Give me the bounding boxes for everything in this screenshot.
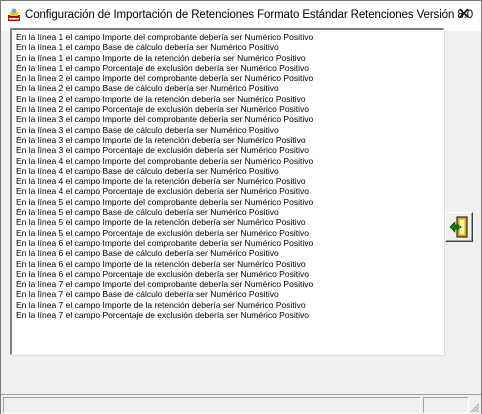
list-item[interactable]: En la línea 2 el campo Porcentaje de exc… (16, 104, 443, 114)
error-log-listbox[interactable]: En la línea 1 el campo Importe del compr… (10, 28, 444, 355)
list-item[interactable]: En la línea 4 el campo Importe de la ret… (16, 176, 443, 186)
list-item[interactable]: En la línea 4 el campo Porcentaje de exc… (16, 186, 443, 196)
window-title: Configuración de Importación de Retencio… (25, 9, 474, 21)
list-item[interactable]: En la línea 1 el campo Porcentaje de exc… (16, 63, 443, 73)
list-item[interactable]: En la línea 7 el campo Base de cálculo d… (16, 289, 443, 299)
exit-door-icon (449, 216, 468, 238)
list-item[interactable]: En la línea 1 el campo Base de cálculo d… (16, 42, 443, 52)
list-item[interactable]: En la línea 3 el campo Porcentaje de exc… (16, 145, 443, 155)
list-item[interactable]: En la línea 4 el campo Importe del compr… (16, 156, 443, 166)
list-item[interactable]: En la línea 1 el campo Importe de la ret… (16, 53, 443, 63)
list-item[interactable]: En la línea 5 el campo Importe de la ret… (16, 217, 443, 227)
app-icon (7, 8, 21, 22)
status-bar (1, 394, 481, 414)
list-item[interactable]: En la línea 6 el campo Importe de la ret… (16, 259, 443, 269)
dialog-window: Configuración de Importación de Retencio… (0, 0, 482, 414)
list-item[interactable]: En la línea 5 el campo Importe del compr… (16, 197, 443, 207)
list-item[interactable]: En la línea 1 el campo Importe del compr… (16, 32, 443, 42)
list-item[interactable]: En la línea 5 el campo Base de cálculo d… (16, 207, 443, 217)
list-item[interactable]: En la línea 2 el campo Importe del compr… (16, 73, 443, 83)
list-item[interactable]: En la línea 6 el campo Porcentaje de exc… (16, 269, 443, 279)
list-item[interactable]: En la línea 4 el campo Base de cálculo d… (16, 166, 443, 176)
exit-button[interactable] (445, 212, 473, 242)
list-item[interactable]: En la línea 6 el campo Base de cálculo d… (16, 248, 443, 258)
list-item[interactable]: En la línea 6 el campo Importe del compr… (16, 238, 443, 248)
status-panel-main (3, 397, 421, 413)
list-item[interactable]: En la línea 7 el campo Porcentaje de exc… (16, 310, 443, 320)
size-grip-icon[interactable] (468, 401, 480, 413)
list-item[interactable]: En la línea 3 el campo Base de cálculo d… (16, 125, 443, 135)
close-button[interactable]: ✕ (447, 1, 481, 31)
list-item[interactable]: En la línea 3 el campo Importe del compr… (16, 114, 443, 124)
close-icon: ✕ (457, 6, 471, 23)
list-item[interactable]: En la línea 7 el campo Importe de la ret… (16, 300, 443, 310)
list-item[interactable]: En la línea 2 el campo Base de cálculo d… (16, 83, 443, 93)
list-item[interactable]: En la línea 3 el campo Importe de la ret… (16, 135, 443, 145)
list-item[interactable]: En la línea 2 el campo Importe de la ret… (16, 94, 443, 104)
status-panel-secondary (423, 397, 469, 413)
list-item[interactable]: En la línea 5 el campo Porcentaje de exc… (16, 228, 443, 238)
list-item[interactable]: En la línea 7 el campo Importe del compr… (16, 279, 443, 289)
title-bar[interactable]: Configuración de Importación de Retencio… (1, 1, 481, 31)
error-log-list: En la línea 1 el campo Importe del compr… (12, 30, 443, 320)
